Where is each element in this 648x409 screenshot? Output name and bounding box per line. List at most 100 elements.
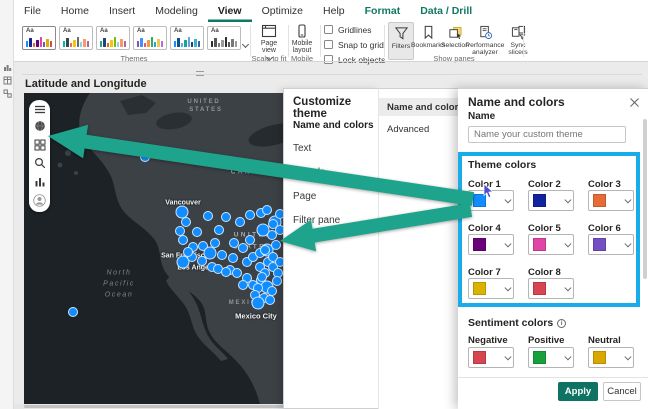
themes-more-button[interactable] xyxy=(243,34,248,52)
color-1-dropdown[interactable] xyxy=(468,190,514,211)
snap-to-grid-option[interactable]: Snap to grid xyxy=(324,37,385,52)
map-data-point[interactable] xyxy=(217,250,227,260)
theme-thumbnail-6[interactable]: Aa xyxy=(207,26,241,50)
info-icon[interactable]: i xyxy=(557,319,566,328)
map-data-point[interactable] xyxy=(203,211,213,221)
neutral-label: Neutral xyxy=(588,335,621,346)
nav-filter-pane[interactable]: Filter pane xyxy=(293,215,340,226)
map-data-point[interactable] xyxy=(221,267,231,277)
search-icon[interactable] xyxy=(34,157,46,169)
menu-help[interactable]: Help xyxy=(313,0,355,22)
visual-drag-handle-icon[interactable] xyxy=(196,71,204,76)
chevron-down-icon xyxy=(504,241,510,247)
map-data-point[interactable] xyxy=(68,307,78,317)
globe-icon[interactable] xyxy=(34,120,46,132)
negative-swatch xyxy=(473,351,486,364)
model-view-icon[interactable] xyxy=(3,89,12,98)
map-data-point[interactable] xyxy=(192,227,202,237)
theme-aa: Aa xyxy=(63,28,71,34)
theme-thumbnail-4[interactable]: Aa xyxy=(133,26,167,50)
report-view-icon[interactable] xyxy=(3,63,12,72)
map-data-point[interactable] xyxy=(221,212,231,222)
basemap-icon[interactable] xyxy=(34,139,46,151)
menu-file[interactable]: File xyxy=(14,0,51,22)
map-data-point[interactable] xyxy=(178,235,188,245)
color-5-dropdown[interactable] xyxy=(528,234,574,255)
ribbon-separator xyxy=(250,25,251,57)
map-data-point[interactable] xyxy=(232,268,242,278)
menu-format[interactable]: Format xyxy=(355,0,411,22)
snap-to-grid-checkbox[interactable] xyxy=(324,40,333,49)
theme-thumbnail-1[interactable]: Aa xyxy=(22,26,56,50)
map-data-point[interactable] xyxy=(140,152,150,162)
mobile-layout-button[interactable]: Mobile layout xyxy=(286,24,318,54)
map-data-point[interactable] xyxy=(238,280,248,290)
negative-dropdown[interactable] xyxy=(468,347,514,368)
color-8-dropdown[interactable] xyxy=(528,278,574,299)
sync-slicers-pane-button[interactable]: Sync slicers xyxy=(502,22,534,56)
nav-page[interactable]: Page xyxy=(293,191,316,202)
map-data-point[interactable] xyxy=(272,276,282,286)
lock-objects-option[interactable]: Lock objects xyxy=(324,52,385,67)
map-data-point[interactable] xyxy=(183,247,193,257)
subnav-name-and-colors[interactable]: Name and colors xyxy=(387,102,464,113)
subnav-advanced[interactable]: Advanced xyxy=(387,124,429,135)
filters-pane-button[interactable]: Filters xyxy=(388,22,414,60)
map-data-point[interactable] xyxy=(214,225,224,235)
map-data-point[interactable] xyxy=(257,224,270,237)
map-data-point[interactable] xyxy=(204,247,217,260)
page-view-label: Page view xyxy=(253,40,285,54)
theme-name-input[interactable] xyxy=(468,126,626,143)
map-data-point[interactable] xyxy=(238,243,248,253)
data-view-icon[interactable] xyxy=(3,76,12,85)
map-data-point[interactable] xyxy=(228,253,238,263)
selection-pane-button[interactable]: Selection xyxy=(442,22,468,49)
panel-scrollbar[interactable] xyxy=(643,119,647,279)
color-2-label: Color 2 xyxy=(528,179,561,190)
theme-thumbnail-3[interactable]: Aa xyxy=(96,26,130,50)
color-4-dropdown[interactable] xyxy=(468,234,514,255)
map-data-point[interactable] xyxy=(252,297,265,310)
theme-aa: Aa xyxy=(100,28,108,34)
theme-bars xyxy=(174,36,200,47)
map-data-point[interactable] xyxy=(181,217,191,227)
menu-insert[interactable]: Insert xyxy=(99,0,145,22)
menu-bar: File Home Insert Modeling View Optimize … xyxy=(14,0,648,22)
map-data-point[interactable] xyxy=(262,205,272,215)
map-data-point[interactable] xyxy=(257,272,267,282)
gridlines-option[interactable]: Gridlines xyxy=(324,22,385,37)
theme-thumbnail-2[interactable]: Aa xyxy=(59,26,93,50)
lock-objects-checkbox[interactable] xyxy=(324,55,333,64)
color-6-dropdown[interactable] xyxy=(588,234,634,255)
performance-analyzer-pane-button[interactable]: Performance analyzer xyxy=(469,22,501,56)
color-7-dropdown[interactable] xyxy=(468,278,514,299)
bar-chart-icon[interactable] xyxy=(34,176,46,188)
menu-view[interactable]: View xyxy=(208,0,252,22)
map-data-point[interactable] xyxy=(229,238,239,248)
nav-visuals[interactable]: Visuals xyxy=(293,167,325,178)
bookmarks-pane-button[interactable]: Bookmarks xyxy=(415,22,441,49)
menu-home[interactable]: Home xyxy=(51,0,99,22)
menu-optimize[interactable]: Optimize xyxy=(252,0,313,22)
apply-button[interactable]: Apply xyxy=(558,382,598,401)
positive-dropdown[interactable] xyxy=(528,347,574,368)
map-data-point[interactable] xyxy=(245,210,255,220)
menu-data-drill[interactable]: Data / Drill xyxy=(410,0,482,22)
map-data-point[interactable] xyxy=(271,240,281,250)
chevron-down-icon xyxy=(564,197,570,203)
theme-gallery: Aa Aa Aa Aa Aa Aa xyxy=(22,26,241,50)
map-data-point[interactable] xyxy=(265,295,275,305)
menu-icon[interactable] xyxy=(34,105,46,114)
map-data-point[interactable] xyxy=(235,217,245,227)
nav-name-and-colors[interactable]: Name and colors xyxy=(293,120,374,131)
color-3-dropdown[interactable] xyxy=(588,190,634,211)
nav-text[interactable]: Text xyxy=(293,143,311,154)
color-2-dropdown[interactable] xyxy=(528,190,574,211)
gridlines-checkbox[interactable] xyxy=(324,25,333,34)
cancel-button[interactable]: Cancel xyxy=(603,382,641,401)
close-icon[interactable] xyxy=(629,97,640,108)
neutral-dropdown[interactable] xyxy=(588,347,634,368)
theme-thumbnail-5[interactable]: Aa xyxy=(170,26,204,50)
person-icon[interactable] xyxy=(33,194,46,207)
menu-modeling[interactable]: Modeling xyxy=(145,0,208,22)
